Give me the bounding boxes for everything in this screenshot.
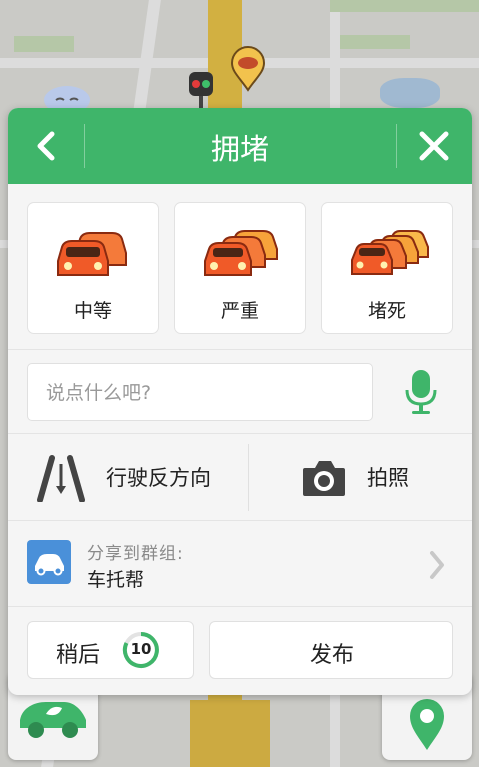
four-cars-icon xyxy=(351,230,429,275)
later-button[interactable]: 稍后 10 xyxy=(27,621,194,679)
three-cars-icon xyxy=(204,230,278,276)
group-car-icon xyxy=(27,540,71,584)
comment-row: 说点什么吧? xyxy=(8,349,472,434)
photo-button[interactable]: 拍照 xyxy=(249,434,472,521)
two-cars-icon xyxy=(57,232,127,276)
severity-jammed-option[interactable]: 堵死 xyxy=(321,202,453,334)
share-to-group-row[interactable]: 分享到群组: 车托帮 xyxy=(8,520,472,607)
microphone-icon[interactable] xyxy=(403,368,439,416)
close-icon xyxy=(419,131,449,161)
comment-input[interactable]: 说点什么吧? xyxy=(27,363,373,421)
countdown-value: 10 xyxy=(130,640,152,658)
dialog-header: 拥堵 xyxy=(8,108,472,184)
road-icon xyxy=(37,455,85,502)
severity-label: 中等 xyxy=(73,300,112,322)
publish-label: 发布 xyxy=(309,643,354,668)
traffic-light-icon xyxy=(189,72,213,108)
reverse-direction-label: 行驶反方向 xyxy=(106,466,211,490)
camera-icon xyxy=(303,461,345,496)
photo-label: 拍照 xyxy=(367,466,409,490)
actions-row: 行驶反方向 拍照 xyxy=(8,433,472,521)
later-label: 稍后 xyxy=(56,643,101,668)
traffic-report-dialog: 拥堵 中等 严重 堵死 说点什么吧? 行驶反方向 拍照 分享到群组: 车托帮 稍… xyxy=(8,108,472,695)
close-button[interactable] xyxy=(396,108,472,184)
severity-label: 严重 xyxy=(220,300,259,322)
countdown-timer: 10 xyxy=(122,631,160,669)
chevron-right-icon xyxy=(430,551,444,579)
severity-severe-option[interactable]: 严重 xyxy=(174,202,306,334)
share-label: 分享到群组: xyxy=(87,544,184,564)
group-name: 车托帮 xyxy=(87,569,145,591)
severity-options: 中等 严重 堵死 xyxy=(8,184,472,349)
food-place-icon xyxy=(230,46,266,92)
severity-moderate-option[interactable]: 中等 xyxy=(27,202,159,334)
reverse-direction-button[interactable]: 行驶反方向 xyxy=(8,434,248,521)
publish-button[interactable]: 发布 xyxy=(209,621,453,679)
severity-label: 堵死 xyxy=(367,300,406,322)
bottom-actions: 稍后 10 发布 xyxy=(8,606,472,695)
